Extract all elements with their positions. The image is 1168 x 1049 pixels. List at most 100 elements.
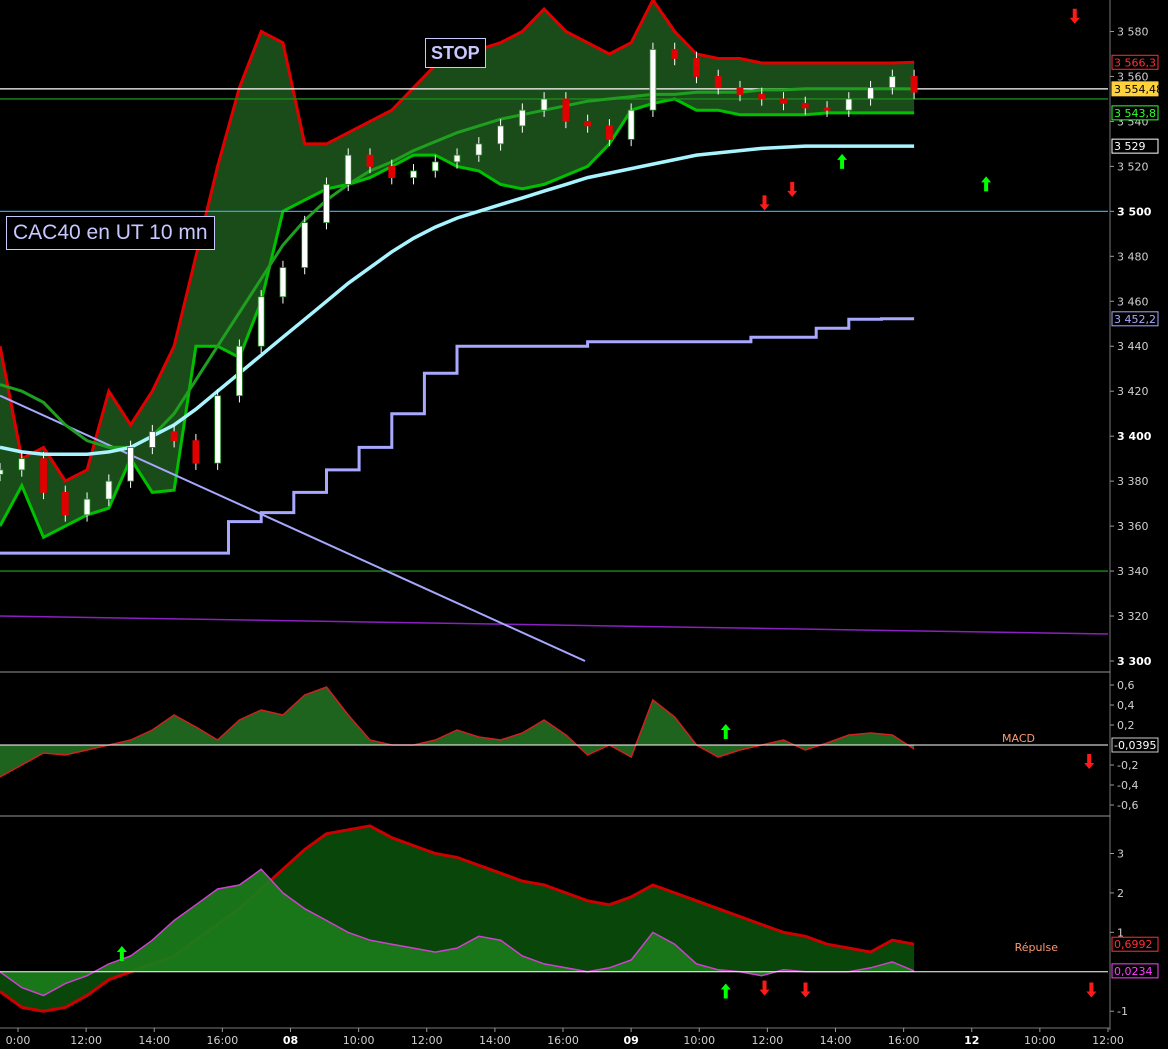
macd-value-label: -0,0395	[1111, 737, 1159, 753]
x-tick-label: 14:00	[820, 1034, 852, 1047]
arrow-up-icon	[720, 983, 731, 999]
candle-body	[279, 267, 287, 298]
candle-body	[801, 103, 809, 109]
y-tick-label: 3 420	[1117, 385, 1149, 398]
x-tick-label: 14:00	[138, 1034, 170, 1047]
candle-body	[453, 154, 461, 163]
x-tick-label: 12:00	[411, 1034, 443, 1047]
price-label: 3 566,3	[1111, 54, 1159, 70]
price-label-text: 3 543,8	[1114, 107, 1156, 120]
candle-body	[366, 154, 374, 167]
price-label-text: 3 554,48	[1114, 83, 1163, 96]
candle-body	[606, 125, 613, 140]
candle-body	[867, 87, 874, 100]
x-tick-label: 10:00	[343, 1034, 375, 1047]
arrow-down-icon	[1086, 982, 1097, 998]
repulse-value-text: 0,6992	[1114, 938, 1153, 951]
y-tick-label: -1	[1117, 1005, 1128, 1018]
y-tick-label: -0,2	[1117, 759, 1138, 772]
y-tick-label: 0,4	[1117, 699, 1135, 712]
price-label: 3 543,8	[1111, 105, 1159, 121]
arrow-up-icon	[720, 724, 731, 739]
arrow-up-icon	[981, 176, 992, 192]
macd-title: MACD	[1002, 732, 1035, 745]
purple-trend-line	[0, 615, 1109, 635]
x-tick-label: 12	[964, 1034, 979, 1047]
bollinger-band-fill	[0, 0, 915, 538]
price-label-text: 3 566,3	[1114, 56, 1156, 69]
y-tick-label: 3 460	[1117, 295, 1149, 308]
y-tick-label: 3 520	[1117, 160, 1149, 173]
arrow-down-icon	[759, 980, 770, 996]
macd-value-text: -0,0395	[1114, 739, 1156, 752]
arrow-down-icon	[800, 982, 811, 998]
candle-body	[562, 98, 570, 122]
arrow-down-icon	[787, 181, 798, 197]
x-tick-label: 16:00	[888, 1034, 920, 1047]
x-tick-label: 08	[283, 1034, 298, 1047]
stop-label: STOP	[425, 38, 486, 68]
y-tick-label: 3	[1117, 847, 1124, 860]
candle-body	[714, 76, 722, 89]
candle-body	[18, 458, 26, 471]
candle-body	[845, 98, 853, 111]
y-tick-label: 3 580	[1117, 25, 1149, 38]
arrow-down-icon	[1069, 8, 1080, 24]
arrow-down-icon	[759, 195, 770, 211]
candle-body	[736, 87, 744, 95]
x-tick-label: 12:00	[1092, 1034, 1124, 1047]
candle-body	[148, 431, 156, 448]
candle-body	[910, 76, 918, 93]
x-tick-label: 10:00	[1024, 1034, 1056, 1047]
candle-body	[780, 98, 787, 104]
y-tick-label: 3 360	[1117, 520, 1149, 533]
cyan-moving-average-line	[0, 144, 915, 456]
y-tick-label: 3 400	[1117, 430, 1152, 443]
x-tick-label: 12:00	[752, 1034, 784, 1047]
price-label: 3 529	[1111, 138, 1159, 154]
y-tick-label: 3 380	[1117, 475, 1149, 488]
candle-body	[192, 440, 200, 464]
price-label: 3 554,48	[1111, 81, 1163, 97]
candle-body	[540, 98, 548, 111]
candle-body	[323, 183, 330, 223]
candle-body	[236, 345, 243, 397]
candle-body	[388, 165, 396, 179]
x-tick-label: 0:00	[6, 1034, 31, 1047]
candle-body	[40, 458, 47, 493]
y-tick-label: 3 480	[1117, 250, 1149, 263]
candle-body	[214, 395, 222, 464]
macd-area	[0, 687, 915, 777]
repulse-slow-area	[0, 825, 915, 1012]
candle-body	[127, 447, 134, 482]
repulse-value-label: 0,6992	[1111, 936, 1159, 952]
y-tick-label: -0,6	[1117, 799, 1138, 812]
candle-body	[649, 49, 657, 111]
x-tick-label: 09	[623, 1034, 638, 1047]
candle-body	[61, 491, 69, 516]
y-tick-label: 3 340	[1117, 565, 1149, 578]
candle-body	[823, 107, 831, 111]
candle-body	[497, 125, 504, 145]
candle-body	[627, 109, 635, 140]
price-label-text: 3 452,2	[1114, 313, 1156, 326]
y-tick-label: 3 500	[1117, 205, 1152, 218]
candle-body	[671, 49, 679, 59]
price-label-text: 3 529	[1114, 140, 1146, 153]
y-tick-label: 3 320	[1117, 610, 1149, 623]
y-tick-label: 3 300	[1117, 655, 1152, 668]
candle-body	[257, 296, 265, 347]
candle-body	[888, 76, 896, 89]
candle-body	[410, 170, 417, 179]
candle-body	[758, 94, 766, 100]
y-tick-label: -0,4	[1117, 779, 1138, 792]
chart-canvas: 3 300 3 320 3 340 3 360 3 380 3 400 3 420 3 440…	[0, 0, 1163, 1047]
x-tick-label: 10:00	[683, 1034, 715, 1047]
repulse-value-text: 0,0234	[1114, 965, 1153, 978]
y-tick-label: 2	[1117, 887, 1124, 900]
repulse-value-label: 0,0234	[1111, 963, 1159, 979]
y-tick-label: 0,2	[1117, 719, 1135, 732]
arrow-down-icon	[1084, 754, 1095, 769]
candle-body	[301, 222, 309, 268]
chart-title: CAC40 en UT 10 mn	[6, 216, 215, 250]
